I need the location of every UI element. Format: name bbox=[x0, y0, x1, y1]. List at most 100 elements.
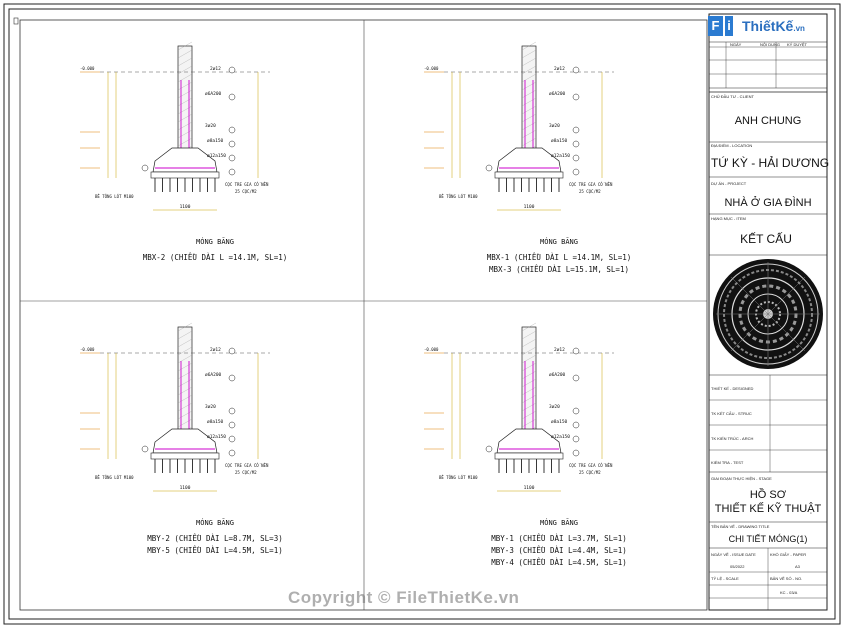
panel-caption: MBX-3 (CHIỀU DÀI L=15.1M, SL=1) bbox=[489, 265, 629, 274]
panel-caption: MBY-3 (CHIỀU DÀI L=4.4M, SL=1) bbox=[491, 546, 626, 555]
drawing-sheet: NGÀY NỘI DUNG KÝ DUYỆT CHỦ ĐẦU TƯ - CLIE… bbox=[3, 3, 841, 625]
location-name: TỨ KỲ - HẢI DƯƠNG bbox=[711, 155, 829, 170]
designer-label: THIẾT KẾ - DESIGNED bbox=[711, 386, 753, 391]
label-pile-note: CỌC TRE GIA CỐ NỀN bbox=[569, 182, 613, 187]
level-top: -0.000 bbox=[80, 347, 95, 352]
lean-concrete bbox=[494, 452, 564, 460]
callout-bubble bbox=[228, 449, 236, 457]
label-stirrup: ø6A200 bbox=[205, 91, 222, 97]
label-bars-mid: 3ø20 bbox=[549, 404, 560, 410]
project-label: DỰ ÁN - PROJECT bbox=[711, 181, 747, 186]
label-pile-note: CỌC TRE GIA CỐ NỀN bbox=[225, 463, 269, 468]
sheet-number: KC - 03/A bbox=[780, 590, 798, 595]
callout-bubble bbox=[141, 445, 149, 453]
label-pile-density: 25 CỌC/M2 bbox=[235, 189, 257, 194]
footing-panel: -0.000 1100 2ø12 ø6A200 3ø20 ø8a150 ø12a150 CỌC… bbox=[80, 41, 288, 262]
label-pile-density: 25 CỌC/M2 bbox=[235, 470, 257, 475]
panel-caption: MBY-4 (CHIỀU DÀI L=4.5M, SL=1) bbox=[491, 558, 626, 567]
drawing-title-label: TÊN BẢN VẼ - DRAWING TITLE bbox=[711, 524, 770, 529]
callout-bubble bbox=[228, 154, 236, 162]
label-pile-density: 25 CỌC/M2 bbox=[579, 189, 601, 194]
dim-width: 1100 bbox=[180, 485, 191, 491]
item-name: KẾT CẤU bbox=[740, 231, 792, 246]
footing-panel: -0.000 1100 2ø12 ø6A200 3ø20 ø8a150 ø12a150 CỌC… bbox=[80, 322, 283, 555]
callout-bubble bbox=[572, 435, 580, 443]
panel-caption: MBY-5 (CHIỀU DÀI L=4.5M, SL=1) bbox=[147, 546, 282, 555]
company-seal-icon bbox=[713, 259, 823, 369]
date-label: NGÀY VẼ - ISSUE DATE bbox=[711, 552, 756, 557]
callout-bubble bbox=[228, 421, 236, 429]
label-stirrup2: ø8a150 bbox=[207, 138, 224, 144]
logo-letter: F bbox=[708, 16, 723, 36]
column-section bbox=[521, 45, 537, 162]
label-stirrup: ø6A200 bbox=[549, 91, 566, 97]
column-section bbox=[521, 326, 537, 443]
label-lean-concrete: BÊ TÔNG LÓT M100 bbox=[439, 475, 478, 480]
rev-col-approval: KÝ DUYỆT bbox=[787, 42, 808, 47]
callout-bubble bbox=[228, 374, 236, 382]
callout-bubble bbox=[485, 164, 493, 172]
date-value: 05/2022 bbox=[730, 564, 745, 569]
column-section bbox=[177, 326, 193, 443]
panel-caption: MBX-2 (CHIỀU DÀI L =14.1M, SL=1) bbox=[143, 253, 288, 262]
level-top: -0.000 bbox=[80, 66, 95, 71]
owner-name: ANH CHUNG bbox=[735, 115, 802, 127]
panel-caption: MBX-1 (CHIỀU DÀI L =14.1M, SL=1) bbox=[487, 253, 632, 262]
rev-col-content: NỘI DUNG bbox=[760, 42, 780, 47]
callout-bubble bbox=[228, 407, 236, 415]
callout-bubble bbox=[228, 435, 236, 443]
panel-title: MÓNG BĂNG bbox=[196, 237, 234, 246]
callout-bubble bbox=[572, 449, 580, 457]
sheet-number-label: BẢN VẼ SỐ - NO. bbox=[770, 576, 802, 581]
callout-bubble bbox=[228, 140, 236, 148]
label-bars-top: 2ø12 bbox=[210, 347, 221, 353]
label-lean-concrete: BÊ TÔNG LÓT M100 bbox=[95, 194, 134, 199]
panel-caption: MBY-2 (CHIỀU DÀI L=8.7M, SL=3) bbox=[147, 534, 282, 543]
label-stirrup2: ø8a150 bbox=[551, 419, 568, 425]
revision-table: NGÀY NỘI DUNG KÝ DUYỆT bbox=[709, 41, 827, 89]
label-bars-bottom: ø12a150 bbox=[551, 153, 570, 159]
callout-bubble bbox=[572, 347, 580, 355]
callout-bubble bbox=[572, 140, 580, 148]
panel-title: MÓNG BĂNG bbox=[540, 237, 578, 246]
callout-bubble bbox=[572, 407, 580, 415]
stage-line-2: THIẾT KẾ KỸ THUẬT bbox=[715, 502, 822, 515]
location-label: ĐỊA ĐIỂM - LOCATION bbox=[711, 143, 752, 148]
callout-bubble bbox=[141, 164, 149, 172]
drawing-title: CHI TIẾT MÓNG(1) bbox=[729, 534, 808, 544]
label-lean-concrete: BÊ TÔNG LÓT M100 bbox=[95, 475, 134, 480]
filethietke-logo: F i l e ThiếtKế.vn bbox=[708, 16, 810, 38]
label-bars-mid: 3ø20 bbox=[205, 123, 216, 129]
lean-concrete bbox=[150, 452, 220, 460]
level-top: -0.000 bbox=[424, 66, 439, 71]
callout-bubble bbox=[228, 66, 236, 74]
label-bars-bottom: ø12a150 bbox=[207, 153, 226, 159]
label-pile-note: CỌC TRE GIA CỐ NỀN bbox=[225, 182, 269, 187]
callout-bubble bbox=[572, 168, 580, 176]
callout-bubble bbox=[572, 66, 580, 74]
callout-bubble bbox=[572, 126, 580, 134]
callout-bubble bbox=[228, 347, 236, 355]
footing-panel: -0.000 1100 2ø12 ø6A200 3ø20 ø8a150 ø12a150 CỌC… bbox=[424, 41, 632, 274]
column-section bbox=[177, 45, 193, 162]
stage-label: GIAI ĐOẠN THỰC HIỆN - STAGE bbox=[711, 476, 772, 481]
copyright-watermark: Copyright © FileThietKe.vn bbox=[288, 588, 520, 607]
label-bars-top: 2ø12 bbox=[554, 66, 565, 72]
panel-caption: MBY-1 (CHIỀU DÀI L=3.7M, SL=1) bbox=[491, 534, 626, 543]
callout-bubble bbox=[572, 154, 580, 162]
level-top: -0.000 bbox=[424, 347, 439, 352]
scale-label: TỶ LỆ - SCALE bbox=[711, 576, 739, 581]
structure-label: TK KẾT CẤU - STRUC bbox=[711, 411, 752, 416]
label-bars-bottom: ø12a150 bbox=[551, 434, 570, 440]
drawing-frame bbox=[19, 19, 708, 611]
paper-size-value: A3 bbox=[795, 564, 801, 569]
lean-concrete bbox=[150, 171, 220, 179]
callout-bubble bbox=[228, 168, 236, 176]
label-bars-mid: 3ø20 bbox=[205, 404, 216, 410]
check-label: KIỂM TRA - TEST bbox=[711, 460, 744, 465]
label-stirrup: ø6A200 bbox=[205, 372, 222, 378]
callout-bubble bbox=[485, 445, 493, 453]
callout-bubble bbox=[572, 374, 580, 382]
label-bars-mid: 3ø20 bbox=[549, 123, 560, 129]
logo-brand: ThiếtKế bbox=[742, 18, 794, 34]
